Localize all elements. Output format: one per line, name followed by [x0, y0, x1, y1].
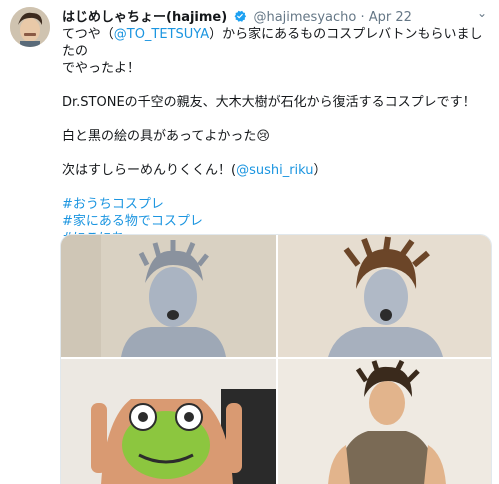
verified-badge-icon — [233, 9, 247, 27]
mention-link[interactable]: @sushi_riku — [236, 163, 313, 178]
media-photo[interactable] — [278, 235, 491, 357]
mention-link[interactable]: @TO_TETSUYA — [114, 27, 209, 42]
user-handle[interactable]: @hajimesyacho — [253, 10, 356, 25]
separator-dot: · — [360, 10, 365, 25]
tweet-line: でやったよ！ — [62, 61, 141, 76]
display-name[interactable]: はじめしゃちょー(hajime) — [62, 10, 227, 25]
media-photo[interactable] — [61, 359, 276, 484]
hashtag-link[interactable]: #おうちコスプレ — [62, 196, 492, 213]
media-grid — [60, 234, 492, 484]
text-segment: てつや（ — [62, 27, 114, 42]
avatar[interactable] — [10, 7, 50, 47]
media-photo[interactable] — [61, 235, 276, 357]
tweet-text: てつや（@TO_TETSUYA）から家にあるものコスプレバトンもらいましたの で… — [62, 26, 492, 247]
chevron-down-icon[interactable]: ⌄ — [477, 6, 487, 20]
text-segment: ） — [313, 163, 327, 178]
tweet-line: 白と黒の絵の具があってよかった😢 — [62, 129, 270, 144]
tweet-header: はじめしゃちょー(hajime) @hajimesyacho · Apr 22 … — [62, 6, 489, 26]
media-photo[interactable] — [278, 359, 491, 484]
tweet-card: はじめしゃちょー(hajime) @hajimesyacho · Apr 22 … — [0, 0, 499, 484]
hashtag-link[interactable]: #家にある物でコスプレ — [62, 213, 492, 230]
tweet-date[interactable]: Apr 22 — [369, 10, 412, 25]
tweet-line: 次はすしらーめんりくくん！(@sushi_riku） — [62, 162, 492, 179]
text-segment: 次はすしらーめんりくくん！( — [62, 163, 237, 178]
tweet-line: Dr.STONEの千空の親友、大木大樹が石化から復活するコスプレです！ — [62, 95, 476, 110]
tweet-line: てつや（@TO_TETSUYA）から家にあるものコスプレバトンもらいましたの — [62, 26, 492, 60]
